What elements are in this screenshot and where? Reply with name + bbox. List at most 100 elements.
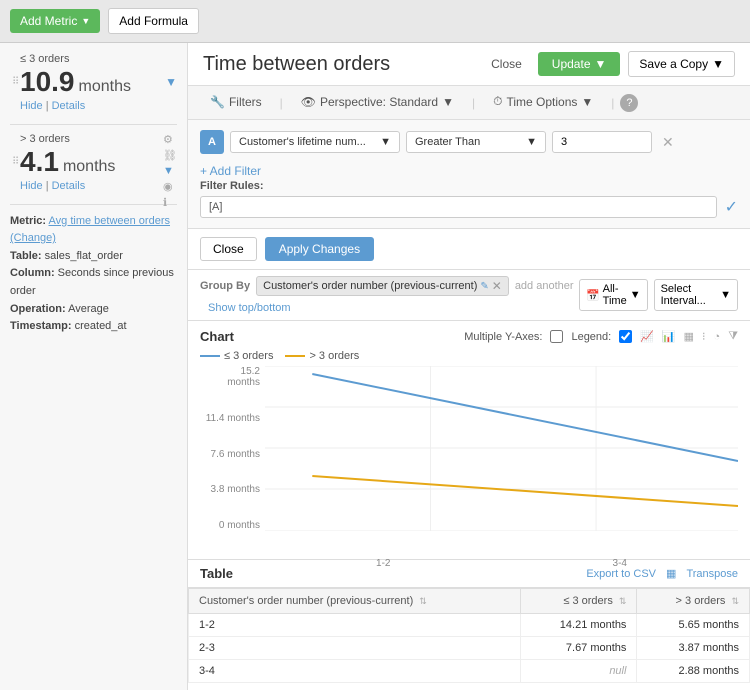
legend-line-2 — [285, 355, 305, 357]
chart-area: 15.2 months 11.4 months 7.6 months 3.8 m… — [265, 366, 738, 551]
filter-dimension-select[interactable]: Customer's lifetime num... ▼ — [230, 131, 400, 153]
metric-1-value: 10.9 — [20, 67, 75, 98]
area-chart-icon[interactable]: ▦ — [684, 330, 694, 343]
legend-label: Legend: — [571, 331, 611, 343]
link-icon-2[interactable]: ⛓ — [163, 149, 177, 162]
filter-operator-select[interactable]: Greater Than ▼ — [406, 131, 546, 153]
line-chart-icon[interactable]: 📈 — [640, 330, 654, 343]
close-filter-button[interactable]: Close — [200, 237, 257, 261]
multiple-y-axes-checkbox[interactable] — [550, 330, 563, 343]
tab-filters[interactable]: 🔧 Filters — [198, 87, 274, 119]
add-formula-button[interactable]: Add Formula — [108, 8, 199, 34]
eye-icon-2[interactable]: ◉ — [163, 180, 177, 193]
pie-chart-icon[interactable]: ◔ — [714, 331, 721, 343]
tab-perspective[interactable]: 👁 Perspective: Standard ▼ — [289, 87, 466, 119]
table-section: Table Export to CSV ▦ Transpose Customer… — [188, 560, 750, 690]
perspective-tab-icon: 👁 — [301, 95, 316, 109]
funnel-chart-icon[interactable]: ⧩ — [728, 330, 738, 343]
chart-label: Chart — [200, 329, 234, 344]
chevron-down-icon-dimension: ▼ — [380, 136, 391, 148]
row-2-col1: null — [520, 660, 637, 683]
metric-2-label: > 3 orders — [20, 133, 177, 145]
metric-2-hide-link[interactable]: Hide — [20, 180, 43, 192]
filter-rules-row: [A] ✓ — [200, 196, 738, 218]
sort-icon-1: ⇅ — [619, 596, 627, 606]
legend-checkbox[interactable] — [619, 330, 632, 343]
main-layout: ⠿ ≤ 3 orders 10.9 months Hide | Details … — [0, 43, 750, 690]
filter-remove-icon[interactable]: ✕ — [662, 134, 674, 151]
metric-2-value: 4.1 — [20, 147, 59, 178]
content-header: Time between orders Close Update ▼ Save … — [188, 43, 750, 86]
transpose-button[interactable]: Transpose — [686, 568, 738, 580]
row-0-col2: 5.65 months — [637, 614, 750, 637]
group-by-right: 📅 All-Time ▼ Select Interval... ▼ — [579, 279, 738, 311]
legend-item-2: > 3 orders — [285, 350, 359, 362]
chart-controls: Multiple Y-Axes: Legend: 📈 📊 ▦ ⁝ ◔ ⧩ — [464, 330, 738, 343]
y-axis-labels: 15.2 months 11.4 months 7.6 months 3.8 m… — [205, 366, 260, 531]
apply-section: Close Apply Changes — [188, 229, 750, 270]
col-header-2[interactable]: > 3 orders ⇅ — [637, 589, 750, 614]
add-filter-button[interactable]: + Add Filter — [200, 162, 261, 180]
row-1-col2: 3.87 months — [637, 637, 750, 660]
filter-rule-input[interactable]: [A] — [200, 196, 717, 218]
sidebar: ⠿ ≤ 3 orders 10.9 months Hide | Details … — [0, 43, 188, 690]
metric-info-change-link[interactable]: (Change) — [10, 232, 56, 244]
header-actions: Close Update ▼ Save a Copy ▼ — [483, 51, 735, 77]
metric-card-1: ⠿ ≤ 3 orders 10.9 months Hide | Details … — [10, 53, 177, 112]
multiple-y-axes-label: Multiple Y-Axes: — [464, 331, 542, 343]
metric-1-hide-link[interactable]: Hide — [20, 100, 43, 112]
close-button[interactable]: Close — [483, 52, 530, 76]
table-header: Customer's order number (previous-curren… — [189, 589, 750, 614]
add-another[interactable]: add another — [515, 280, 574, 292]
top-toolbar: Add Metric ▼ Add Formula — [0, 0, 750, 43]
show-top-bottom[interactable]: Show top/bottom — [208, 302, 291, 314]
add-metric-button[interactable]: Add Metric ▼ — [10, 9, 100, 33]
table-row: 1-2 14.21 months 5.65 months — [189, 614, 750, 637]
help-button[interactable]: ? — [620, 94, 638, 112]
chevron-down-icon-operator: ▼ — [526, 136, 537, 148]
chevron-down-icon-update: ▼ — [595, 57, 607, 71]
metric-2-unit: months — [63, 158, 115, 176]
chevron-down-icon-time: ▼ — [581, 95, 593, 109]
metric-2: > 3 orders 4.1 months Hide | Details — [20, 133, 177, 192]
filter-icon-2[interactable]: ▼ — [163, 165, 177, 177]
group-by-label: Group By — [200, 280, 250, 292]
metric-card-2: ⠿ > 3 orders 4.1 months Hide | Details ⚙… — [10, 133, 177, 192]
remove-tag-icon[interactable]: ✕ — [492, 279, 502, 293]
x-axis-labels: 1-2 3-4 — [265, 558, 738, 569]
col-header-0[interactable]: Customer's order number (previous-curren… — [189, 589, 521, 614]
metric-info: Metric: Avg time between orders (Change)… — [10, 213, 177, 336]
update-button[interactable]: Update ▼ — [538, 52, 621, 76]
group-by-tag[interactable]: Customer's order number (previous-curren… — [256, 276, 509, 296]
metric-info-column-label: Column: — [10, 267, 55, 279]
drag-handle-1[interactable]: ⠿ — [12, 77, 19, 88]
row-0-key: 1-2 — [189, 614, 521, 637]
save-copy-button[interactable]: Save a Copy ▼ — [628, 51, 735, 77]
col-header-1[interactable]: ≤ 3 orders ⇅ — [520, 589, 637, 614]
tab-time-options[interactable]: ⏱ Time Options ▼ — [481, 86, 605, 119]
tabs-bar: 🔧 Filters | 👁 Perspective: Standard ▼ | … — [188, 86, 750, 120]
interval-select[interactable]: Select Interval... ▼ — [654, 279, 738, 311]
filter-panel: A Customer's lifetime num... ▼ Greater T… — [188, 120, 750, 229]
scatter-chart-icon[interactable]: ⁝ — [702, 330, 706, 343]
filter-icon-1[interactable]: ▼ — [165, 75, 177, 89]
bar-chart-icon[interactable]: 📊 — [662, 330, 676, 343]
drag-handle-2[interactable]: ⠿ — [12, 157, 19, 168]
filter-rule-check-icon[interactable]: ✓ — [725, 197, 738, 217]
chevron-down-icon-time-select: ▼ — [630, 289, 641, 301]
info-icon-2[interactable]: ℹ — [163, 196, 177, 209]
chart-svg — [265, 366, 738, 531]
export-csv-button[interactable]: Export to CSV — [586, 568, 656, 580]
settings-icon-2[interactable]: ⚙ — [163, 133, 177, 146]
table-row: 3-4 null 2.88 months — [189, 660, 750, 683]
metric-info-metric-link[interactable]: Avg time between orders — [49, 215, 170, 227]
apply-changes-button[interactable]: Apply Changes — [265, 237, 374, 261]
chart-header: Chart Multiple Y-Axes: Legend: 📈 📊 ▦ ⁝ ◔… — [200, 329, 738, 344]
group-by-section: Group By Customer's order number (previo… — [188, 270, 750, 321]
metric-info-table-label: Table: — [10, 250, 42, 262]
filter-value-input[interactable] — [552, 131, 652, 153]
metric-2-details-link[interactable]: Details — [52, 180, 86, 192]
all-time-select[interactable]: 📅 All-Time ▼ — [579, 279, 648, 311]
metric-1-details-link[interactable]: Details — [52, 100, 86, 112]
page-title: Time between orders — [203, 53, 390, 76]
